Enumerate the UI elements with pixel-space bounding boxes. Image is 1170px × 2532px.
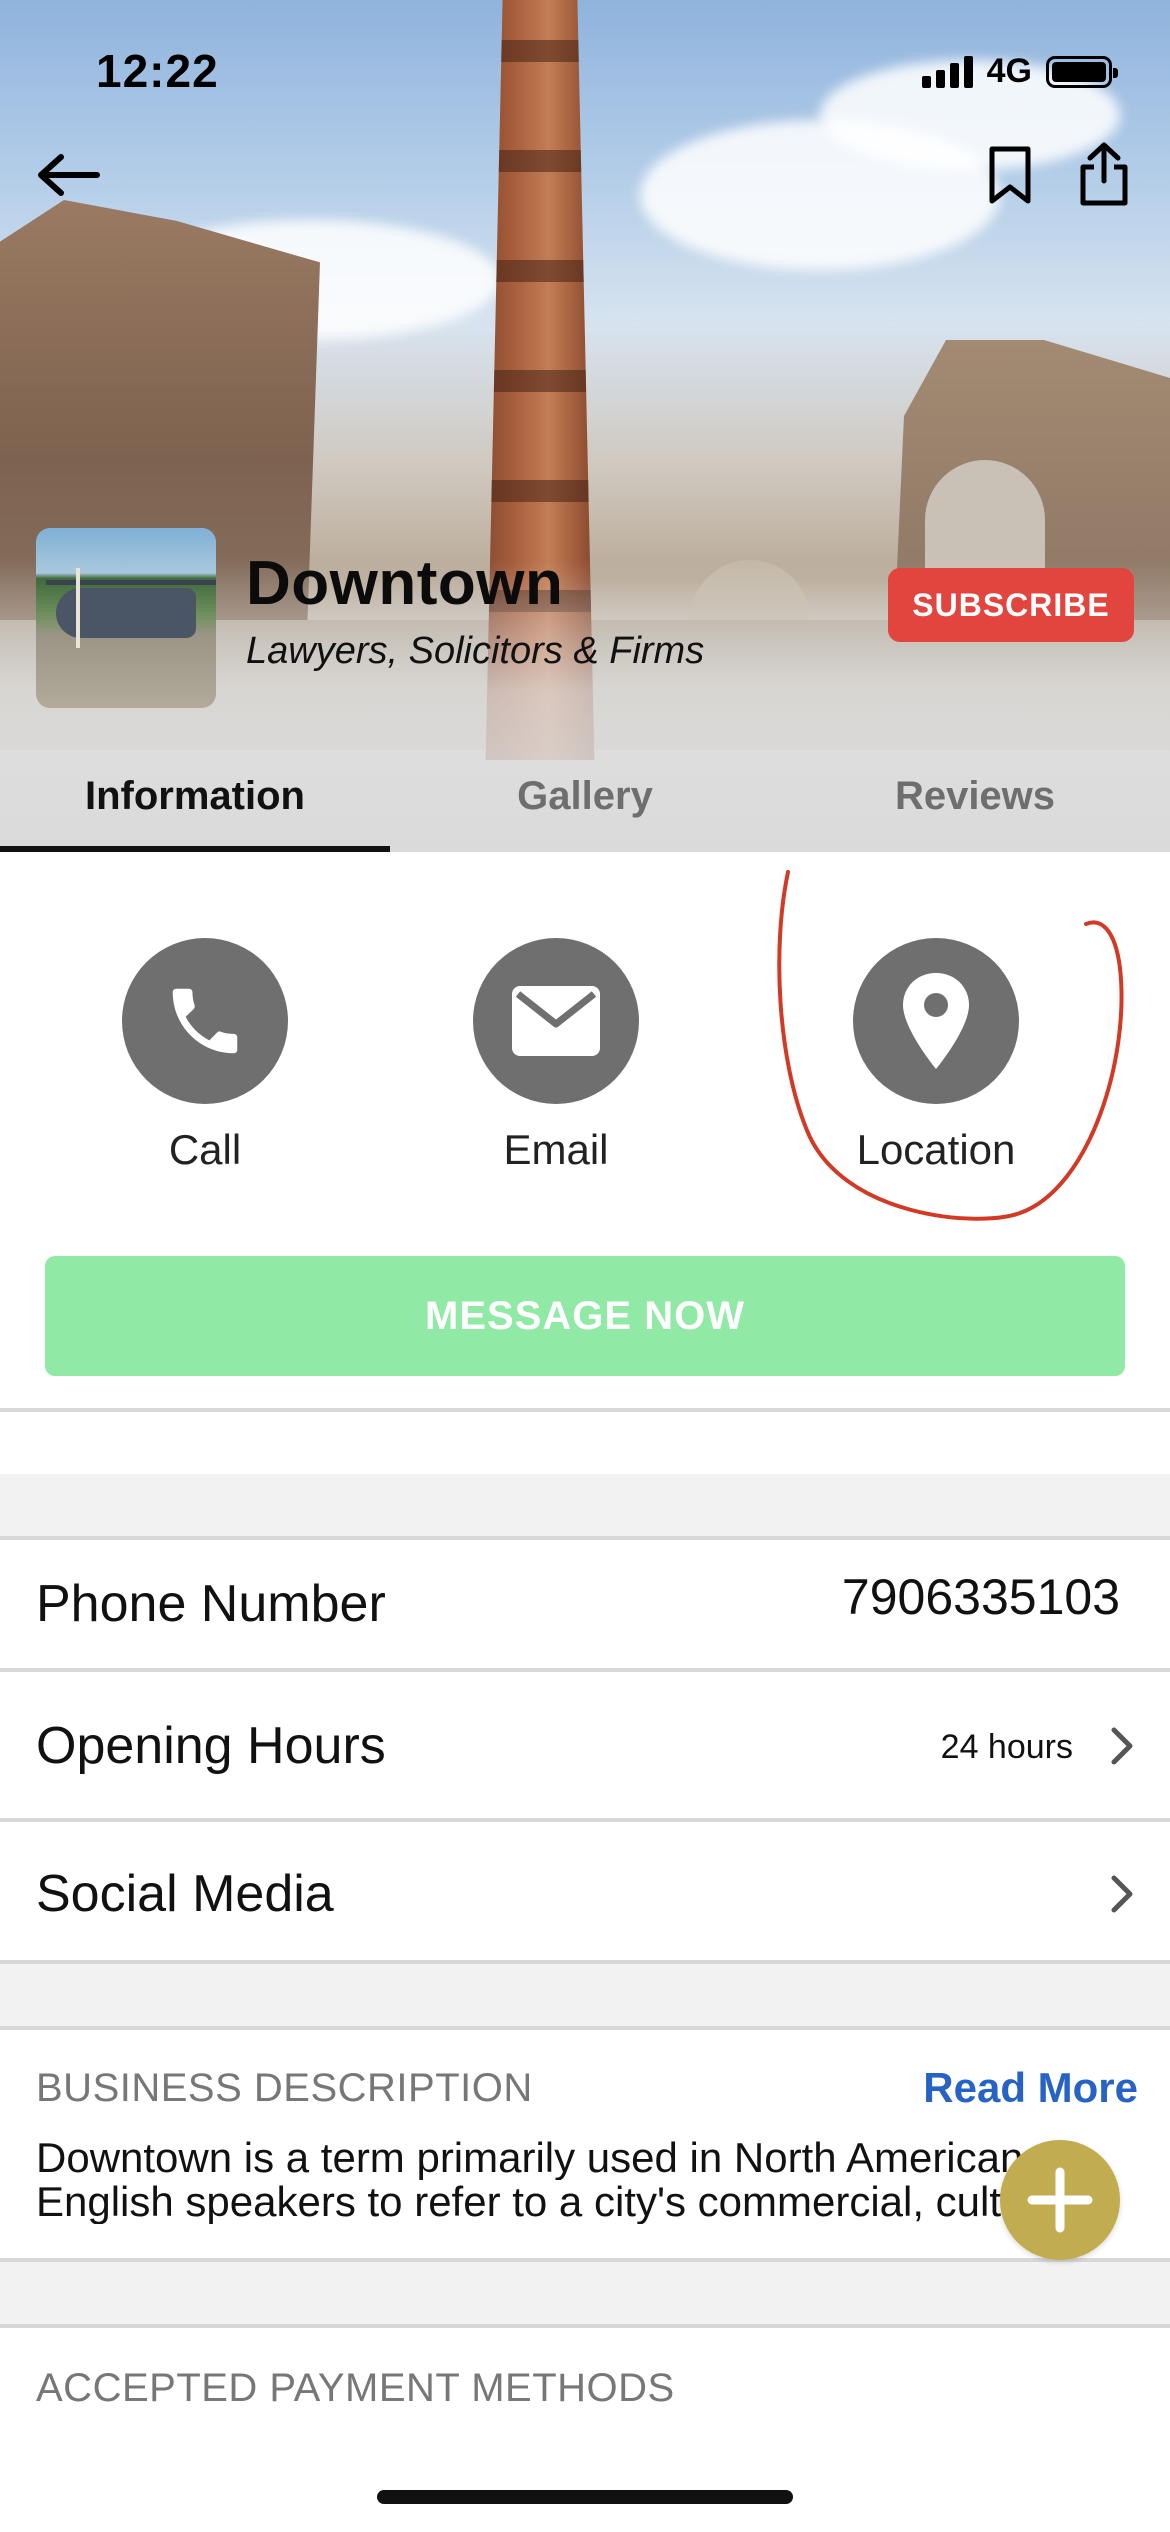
share-icon [1080,142,1128,206]
section-gap [0,1474,1170,1538]
battery-icon [1046,55,1118,88]
subscribe-button[interactable]: SUBSCRIBE [888,568,1134,642]
phone-icon [172,988,238,1054]
phone-number-row[interactable]: Phone Number 7906335103 [0,1540,1170,1668]
opening-hours-value: 24 hours [940,1728,1073,1766]
share-button[interactable] [1068,134,1140,214]
business-category: Lawyers, Solicitors & Firms [246,630,705,672]
opening-hours-row[interactable]: Opening Hours 24 hours [0,1672,1170,1818]
email-action[interactable]: Email [473,938,639,1174]
chevron-right-icon [1104,1872,1140,1916]
business-description-line: Downtown is a term primarily used in Nor… [36,2136,1024,2180]
annotation-circle [777,870,1124,1221]
add-fab-button[interactable] [1000,2140,1120,2260]
signal-icon [921,55,973,88]
business-description-line: English speakers to refer to a city's co… [36,2180,1072,2224]
business-description-heading: BUSINESS DESCRIPTION [36,2066,533,2110]
tab-gallery[interactable]: Gallery [390,740,780,852]
payment-methods-heading: ACCEPTED PAYMENT METHODS [36,2366,675,2410]
opening-hours-label: Opening Hours [36,1717,386,1775]
network-type: 4G [986,52,1032,90]
status-time: 12:22 [96,45,219,97]
plus-icon [1027,2167,1093,2233]
tab-bar: Information Gallery Reviews [0,740,1170,852]
call-action[interactable]: Call [122,938,288,1174]
section-gap [0,1964,1170,2026]
message-now-button[interactable]: MESSAGE NOW [45,1256,1125,1376]
tab-information[interactable]: Information [0,740,390,852]
bookmark-button[interactable] [975,140,1045,210]
social-media-label: Social Media [36,1865,334,1923]
business-name: Downtown [246,549,564,618]
bookmark-icon [989,146,1031,204]
hero-image [0,0,1170,852]
envelope-icon [512,986,600,1056]
divider [0,2026,1170,2030]
tab-reviews[interactable]: Reviews [780,740,1170,852]
section-gap [0,2262,1170,2324]
status-indicators: 4G [921,52,1118,91]
back-button[interactable] [28,140,108,210]
read-more-link[interactable]: Read More [923,2064,1138,2112]
arrow-left-icon [38,154,100,196]
phone-number-value[interactable]: 7906335103 [842,1568,1120,1626]
social-media-row[interactable]: Social Media [0,1822,1170,1960]
chevron-right-icon [1104,1724,1140,1768]
call-label: Call [168,1126,242,1173]
phone-number-label: Phone Number [36,1575,386,1633]
business-thumbnail[interactable] [36,528,216,708]
email-label: Email [503,1126,609,1173]
home-indicator[interactable] [377,2490,793,2504]
divider [0,1408,1170,1412]
divider [0,2324,1170,2328]
